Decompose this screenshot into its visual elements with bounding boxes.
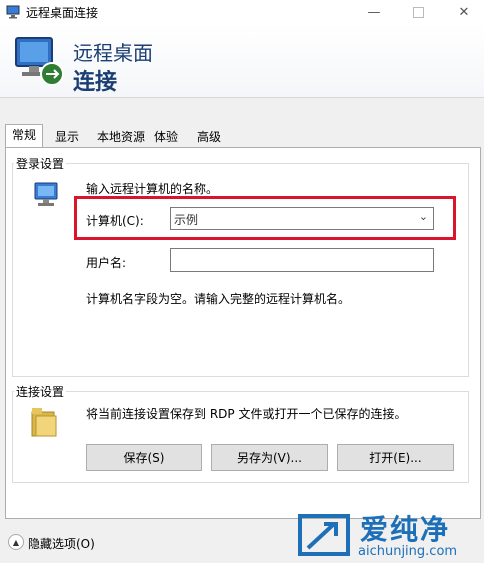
remote-desktop-logo-icon — [15, 37, 64, 86]
watermark-brand: 爱纯净 — [360, 513, 451, 546]
login-settings-label: 登录设置 — [14, 155, 67, 172]
chevron-down-icon[interactable]: ⌄ — [419, 210, 428, 223]
window-title: 远程桌面连接 — [26, 6, 99, 20]
connection-description: 将当前连接设置保存到 RDP 文件或打开一个已保存的连接。 — [86, 407, 407, 421]
tab-experience[interactable]: 体验 — [147, 126, 185, 148]
maximize-button[interactable] — [398, 0, 438, 24]
watermark-url: aichunjing.com — [358, 544, 458, 559]
close-icon: ✕ — [458, 4, 470, 20]
banner-title-line1: 远程桌面 — [73, 41, 153, 65]
banner-title-line2: 连接 — [73, 70, 118, 95]
remote-desktop-app-icon — [6, 5, 20, 19]
computer-icon — [34, 182, 58, 206]
computer-input-value: 示例 — [174, 213, 199, 227]
tab-display[interactable]: 显示 — [48, 126, 86, 148]
connection-settings-label: 连接设置 — [14, 383, 67, 400]
minimize-icon: — — [367, 4, 381, 20]
folder-icon — [31, 408, 57, 437]
minimize-button[interactable]: — — [354, 0, 394, 24]
tab-general[interactable]: 常规 — [5, 124, 44, 149]
login-hint: 计算机名字段为空。请输入完整的远程计算机名。 — [86, 292, 351, 306]
username-label: 用户名: — [86, 256, 127, 270]
tab-advanced[interactable]: 高级 — [190, 126, 228, 148]
username-input[interactable] — [170, 248, 434, 272]
banner: 远程桌面 连接 — [0, 24, 484, 98]
computer-label: 计算机(C): — [86, 214, 144, 228]
save-as-button[interactable]: 另存为(V)... — [211, 444, 328, 471]
tab-local-resources[interactable]: 本地资源 — [90, 126, 152, 148]
watermark-logo-icon — [298, 514, 350, 556]
login-instruction: 输入远程计算机的名称。 — [86, 182, 219, 196]
collapse-options-icon[interactable]: ▲ — [8, 534, 24, 550]
maximize-icon — [412, 6, 424, 18]
computer-combobox[interactable]: 示例 ⌄ — [170, 207, 434, 230]
watermark: 爱纯净 aichunjing.com — [290, 508, 484, 563]
open-button[interactable]: 打开(E)... — [337, 444, 454, 471]
title-bar: 远程桌面连接 — ✕ — [0, 0, 484, 24]
close-button[interactable]: ✕ — [444, 0, 484, 24]
save-button[interactable]: 保存(S) — [86, 444, 202, 471]
hide-options-link[interactable]: 隐藏选项(O) — [28, 535, 95, 552]
